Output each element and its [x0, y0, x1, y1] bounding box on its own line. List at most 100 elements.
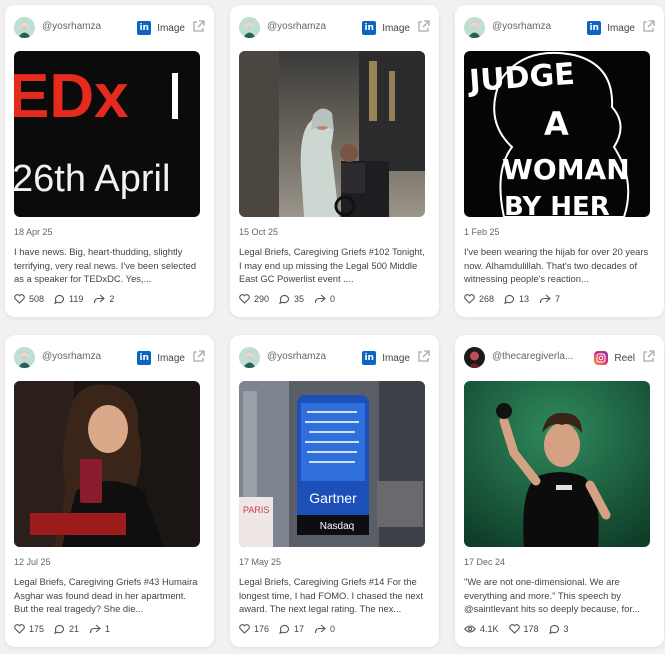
avatar[interactable] — [239, 347, 260, 368]
post-card[interactable]: @yosrhamza in Image EDx 26th April 18 Ap… — [5, 5, 214, 317]
post-header: @yosrhamza in Image — [14, 347, 205, 369]
post-type-label: Image — [157, 22, 185, 34]
tedx-logo-text: EDx — [14, 62, 129, 131]
author-handle[interactable]: @yosrhamza — [267, 21, 355, 32]
shares-stat: 7 — [539, 294, 560, 304]
likes-stat: 268 — [464, 294, 494, 304]
comment-icon — [54, 294, 65, 304]
comment-icon — [279, 624, 290, 634]
comment-icon — [54, 624, 65, 634]
likes-stat: 175 — [14, 624, 44, 634]
post-stats: 290 35 0 — [239, 294, 345, 304]
likes-stat: 178 — [508, 624, 539, 634]
share-icon — [89, 624, 101, 634]
linkedin-icon: in — [137, 21, 152, 35]
post-date: 17 May 25 — [239, 557, 282, 567]
post-stats: 175 21 1 — [14, 624, 120, 634]
external-link-icon[interactable] — [417, 20, 430, 33]
avatar[interactable] — [464, 347, 485, 368]
external-link-icon[interactable] — [192, 20, 205, 33]
platform-badge: in Image — [362, 20, 410, 36]
post-stats: 4.1K 178 3 — [464, 624, 579, 634]
heart-icon — [239, 624, 250, 634]
linkedin-icon: in — [362, 21, 377, 35]
likes-stat: 176 — [239, 624, 269, 634]
comments-stat: 21 — [54, 624, 79, 634]
avatar[interactable] — [464, 17, 485, 38]
comments-stat: 17 — [279, 624, 304, 634]
paris-sign-text: PARIS — [243, 505, 269, 515]
avatar[interactable] — [239, 17, 260, 38]
shares-stat: 0 — [314, 624, 335, 634]
event-date-text: 26th April — [14, 158, 170, 200]
post-date: 18 Apr 25 — [14, 227, 53, 237]
post-image[interactable] — [464, 381, 650, 547]
heart-icon — [14, 294, 25, 304]
post-header: @yosrhamza in Image — [14, 17, 205, 39]
share-icon — [539, 294, 551, 304]
shares-stat: 2 — [93, 294, 114, 304]
post-image[interactable] — [14, 381, 200, 547]
post-date: 1 Feb 25 — [464, 227, 500, 237]
post-card[interactable]: @yosrhamza in Image 12 Jul 25 Legal Brie… — [5, 335, 214, 647]
share-icon — [314, 624, 326, 634]
author-handle[interactable]: @thecaregiverla... — [492, 351, 580, 362]
poster-word-judge: JUDGE — [466, 57, 576, 99]
post-date: 15 Oct 25 — [239, 227, 279, 237]
post-card[interactable]: @yosrhamza in Image 15 Oct 25 Legal Brie… — [230, 5, 439, 317]
share-icon — [94, 294, 106, 304]
avatar[interactable] — [14, 347, 35, 368]
post-stats: 176 17 0 — [239, 624, 345, 634]
heart-icon — [239, 294, 250, 304]
comments-stat: 119 — [54, 294, 83, 304]
poster-word-by-her: BY HER — [504, 192, 610, 217]
author-handle[interactable]: @yosrhamza — [42, 21, 130, 32]
post-card[interactable]: @yosrhamza in Image JUDGE A WOMAN BY HER… — [455, 5, 664, 317]
post-header: @yosrhamza in Image — [239, 347, 430, 369]
post-image[interactable]: Gartner Nasdaq PARIS — [239, 381, 425, 547]
heart-icon — [464, 294, 475, 304]
avatar[interactable] — [14, 17, 35, 38]
author-handle[interactable]: @yosrhamza — [42, 351, 130, 362]
external-link-icon[interactable] — [642, 350, 655, 363]
instagram-icon — [594, 351, 609, 365]
post-text: I've been wearing the hijab for over 20 … — [464, 246, 649, 285]
post-image[interactable]: JUDGE A WOMAN BY HER — [464, 51, 650, 217]
platform-badge: in Image — [137, 20, 185, 36]
platform-badge: Reel — [594, 350, 635, 366]
post-card[interactable]: @thecaregiverla... Reel 17 Dec 24 "We ar… — [455, 335, 664, 647]
linkedin-icon: in — [137, 351, 152, 365]
likes-stat: 508 — [14, 294, 44, 304]
post-stats: 508 119 2 — [14, 294, 124, 304]
likes-stat: 290 — [239, 294, 269, 304]
post-type-label: Image — [157, 352, 185, 364]
post-header: @thecaregiverla... Reel — [464, 347, 655, 369]
poster-word-woman: WOMAN — [502, 153, 630, 186]
post-image[interactable] — [239, 51, 425, 217]
external-link-icon[interactable] — [642, 20, 655, 33]
post-type-label: Image — [382, 352, 410, 364]
post-image[interactable]: EDx 26th April — [14, 51, 200, 217]
external-link-icon[interactable] — [417, 350, 430, 363]
post-header: @yosrhamza in Image — [464, 17, 655, 39]
linkedin-icon: in — [587, 21, 602, 35]
author-handle[interactable]: @yosrhamza — [267, 351, 355, 362]
post-type-label: Reel — [614, 352, 635, 364]
comment-icon — [504, 294, 515, 304]
external-link-icon[interactable] — [192, 350, 205, 363]
comments-stat: 35 — [279, 294, 304, 304]
platform-badge: in Image — [137, 350, 185, 366]
author-handle[interactable]: @yosrhamza — [492, 21, 580, 32]
eye-icon — [464, 625, 476, 633]
heart-icon — [508, 624, 520, 634]
post-card[interactable]: @yosrhamza in Image Gartner Nasdaq PARIS… — [230, 335, 439, 647]
post-stats: 268 13 7 — [464, 294, 570, 304]
views-stat: 4.1K — [464, 624, 499, 634]
gartner-sign-text: Gartner — [309, 490, 357, 506]
share-icon — [314, 294, 326, 304]
post-text: "We are not one-dimensional. We are ever… — [464, 576, 640, 615]
post-type-label: Image — [382, 22, 410, 34]
post-text: Legal Briefs, Caregiving Griefs #102 Ton… — [239, 246, 425, 285]
post-text: I have news. Big, heart-thudding, slight… — [14, 246, 197, 285]
post-header: @yosrhamza in Image — [239, 17, 430, 39]
